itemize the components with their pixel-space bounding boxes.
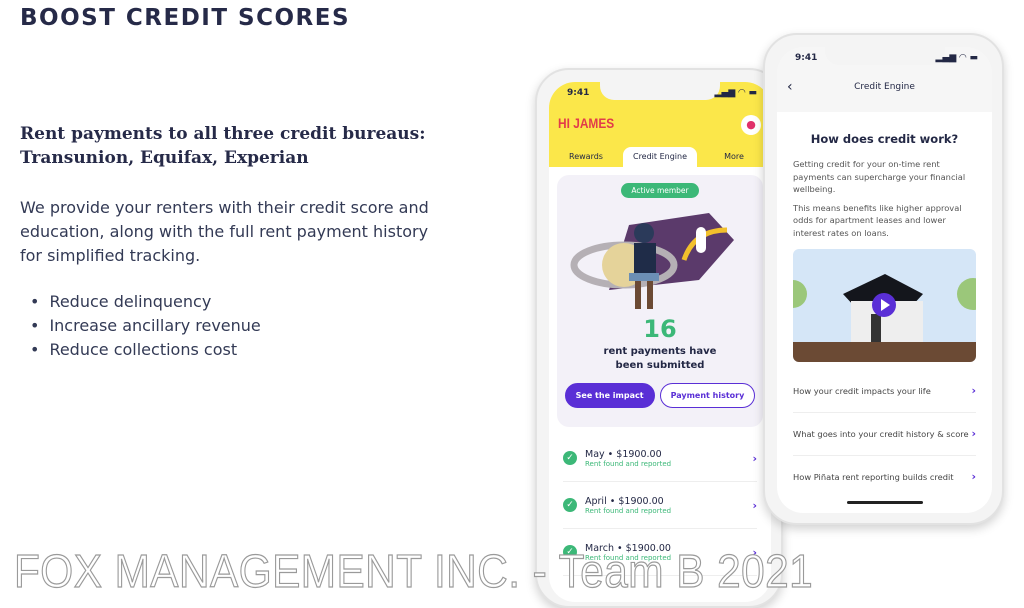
chevron-right-icon: › [752, 451, 757, 465]
intro-text: Getting credit for your on-time rent pay… [793, 159, 966, 194]
see-impact-button[interactable]: See the impact [564, 383, 655, 408]
payment-message: rent payments have been submitted [603, 346, 717, 371]
payment-history-button[interactable]: Payment history [659, 383, 756, 408]
phone-mockup-credit-engine: 9:41 ▂▄▆ ◠ ▬ ‹ Credit Engine How does cr… [763, 33, 1004, 525]
payment-row[interactable]: ✓ May • $1900.00 Rent found and reported › [563, 435, 757, 482]
check-icon: ✓ [563, 451, 577, 465]
bullet-item: Increase ancillary revenue [30, 314, 260, 338]
status-time: 9:41 [795, 53, 818, 63]
chevron-right-icon: › [971, 470, 976, 484]
phone-notch [824, 47, 945, 65]
slide-subtitle: Rent payments to all three credit bureau… [20, 124, 426, 168]
tab-rewards[interactable]: Rewards [549, 147, 623, 167]
chevron-right-icon: › [752, 498, 757, 512]
payment-count: 16 [643, 315, 677, 343]
slide-paragraph: We provide your renters with their credi… [20, 198, 429, 265]
bullet-item: Reduce delinquency [30, 290, 261, 314]
chevron-right-icon: › [971, 426, 976, 440]
footer-watermark: FOX MANAGEMENT INC. - Team B 2021 [13, 544, 814, 597]
benefit-list: Reduce delinquency Increase ancillary re… [30, 290, 261, 362]
video-player[interactable] [793, 249, 976, 362]
slide-title: BOOST CREDIT SCORES [20, 5, 351, 31]
link-pinata-reporting[interactable]: How Piñata rent reporting builds credit › [793, 456, 976, 499]
status-icons: ▂▄▆ ◠ ▬ [935, 53, 978, 63]
phone-notch [600, 82, 720, 100]
credit-card-summary: Active member 16 rent payments have been… [557, 175, 763, 427]
status-icons: ▂▄▆ ◠ ▬ [714, 88, 757, 98]
status-time: 9:41 [567, 88, 590, 98]
bullet-item: Reduce collections cost [30, 338, 261, 362]
payment-row[interactable]: ✓ April • $1900.00 Rent found and reported… [563, 482, 757, 529]
profile-icon[interactable]: ● [741, 115, 761, 135]
home-indicator [846, 501, 923, 504]
nav-title: Credit Engine [854, 82, 915, 92]
tab-more[interactable]: More [697, 147, 771, 167]
hero-illustration [570, 213, 734, 309]
house-illustration [793, 274, 976, 362]
chevron-right-icon: › [971, 383, 976, 397]
benefits-text: This means benefits like higher approval… [793, 202, 962, 238]
nav-bar: 9:41 ▂▄▆ ◠ ▬ ‹ Credit Engine [777, 47, 992, 112]
app-header: 9:41 ▂▄▆ ◠ ▬ HI JAMES ● Rewards Credit E… [549, 82, 771, 167]
check-icon: ✓ [563, 498, 577, 512]
greeting: HI JAMES [558, 115, 615, 131]
link-credit-impacts[interactable]: How your credit impacts your life › [793, 370, 976, 413]
status-badge: Active member [621, 183, 699, 198]
section-heading: How does credit work? [810, 132, 959, 146]
link-credit-history[interactable]: What goes into your credit history & sco… [793, 413, 976, 456]
phone-mockup-home: 9:41 ▂▄▆ ◠ ▬ HI JAMES ● Rewards Credit E… [535, 68, 783, 608]
tab-credit-engine[interactable]: Credit Engine [623, 147, 697, 167]
